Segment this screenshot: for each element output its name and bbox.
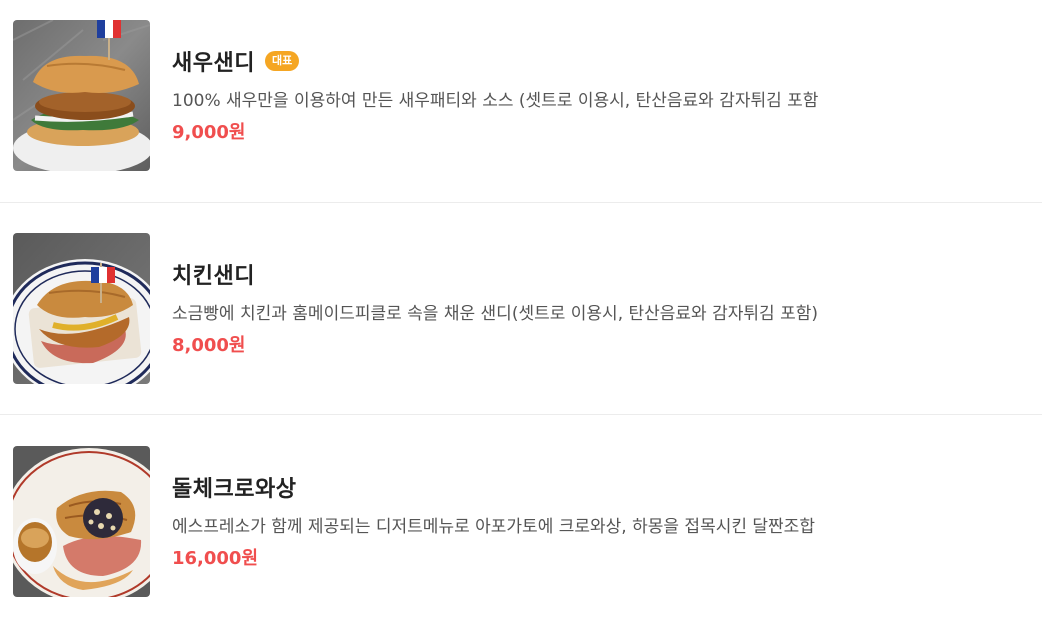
menu-item-description: 소금빵에 치킨과 홈메이드피클로 속을 채운 샌디(셋트로 이용시, 탄산음료와… — [172, 304, 818, 324]
menu-item-description: 에스프레소가 함께 제공되는 디저트메뉴로 아포가토에 크로와상, 하몽을 접목… — [172, 517, 815, 537]
chicken-sandwich-image[interactable] — [13, 233, 150, 384]
menu-item-dolce-croissant[interactable]: 돌체크로와상 에스프레소가 함께 제공되는 디저트메뉴로 아포가토에 크로와상,… — [0, 426, 1042, 628]
menu-item-name: 치킨샌디 — [172, 264, 255, 289]
menu-item-name: 새우샌디 — [172, 51, 255, 76]
menu-list: 새우샌디 대표 100% 새우만을 이용하여 만든 새우패티와 소스 (셋트로 … — [0, 0, 1042, 626]
shrimp-sandwich-image[interactable] — [13, 20, 150, 171]
signature-badge: 대표 — [264, 51, 300, 71]
divider — [0, 414, 1042, 415]
menu-item-shrimp-sandy[interactable]: 새우샌디 대표 100% 새우만을 이용하여 만든 새우패티와 소스 (셋트로 … — [0, 0, 1042, 202]
dolce-croissant-image[interactable] — [13, 446, 150, 597]
menu-item-description: 100% 새우만을 이용하여 만든 새우패티와 소스 (셋트로 이용시, 탄산음… — [172, 91, 819, 111]
menu-item-price: 16,000원 — [172, 548, 259, 569]
menu-item-name: 돌체크로와상 — [172, 477, 297, 502]
menu-item-price: 9,000원 — [172, 122, 246, 143]
menu-item-chicken-sandy[interactable]: 치킨샌디 소금빵에 치킨과 홈메이드피클로 속을 채운 샌디(셋트로 이용시, … — [0, 213, 1042, 415]
menu-item-price: 8,000원 — [172, 335, 246, 356]
divider — [0, 202, 1042, 203]
